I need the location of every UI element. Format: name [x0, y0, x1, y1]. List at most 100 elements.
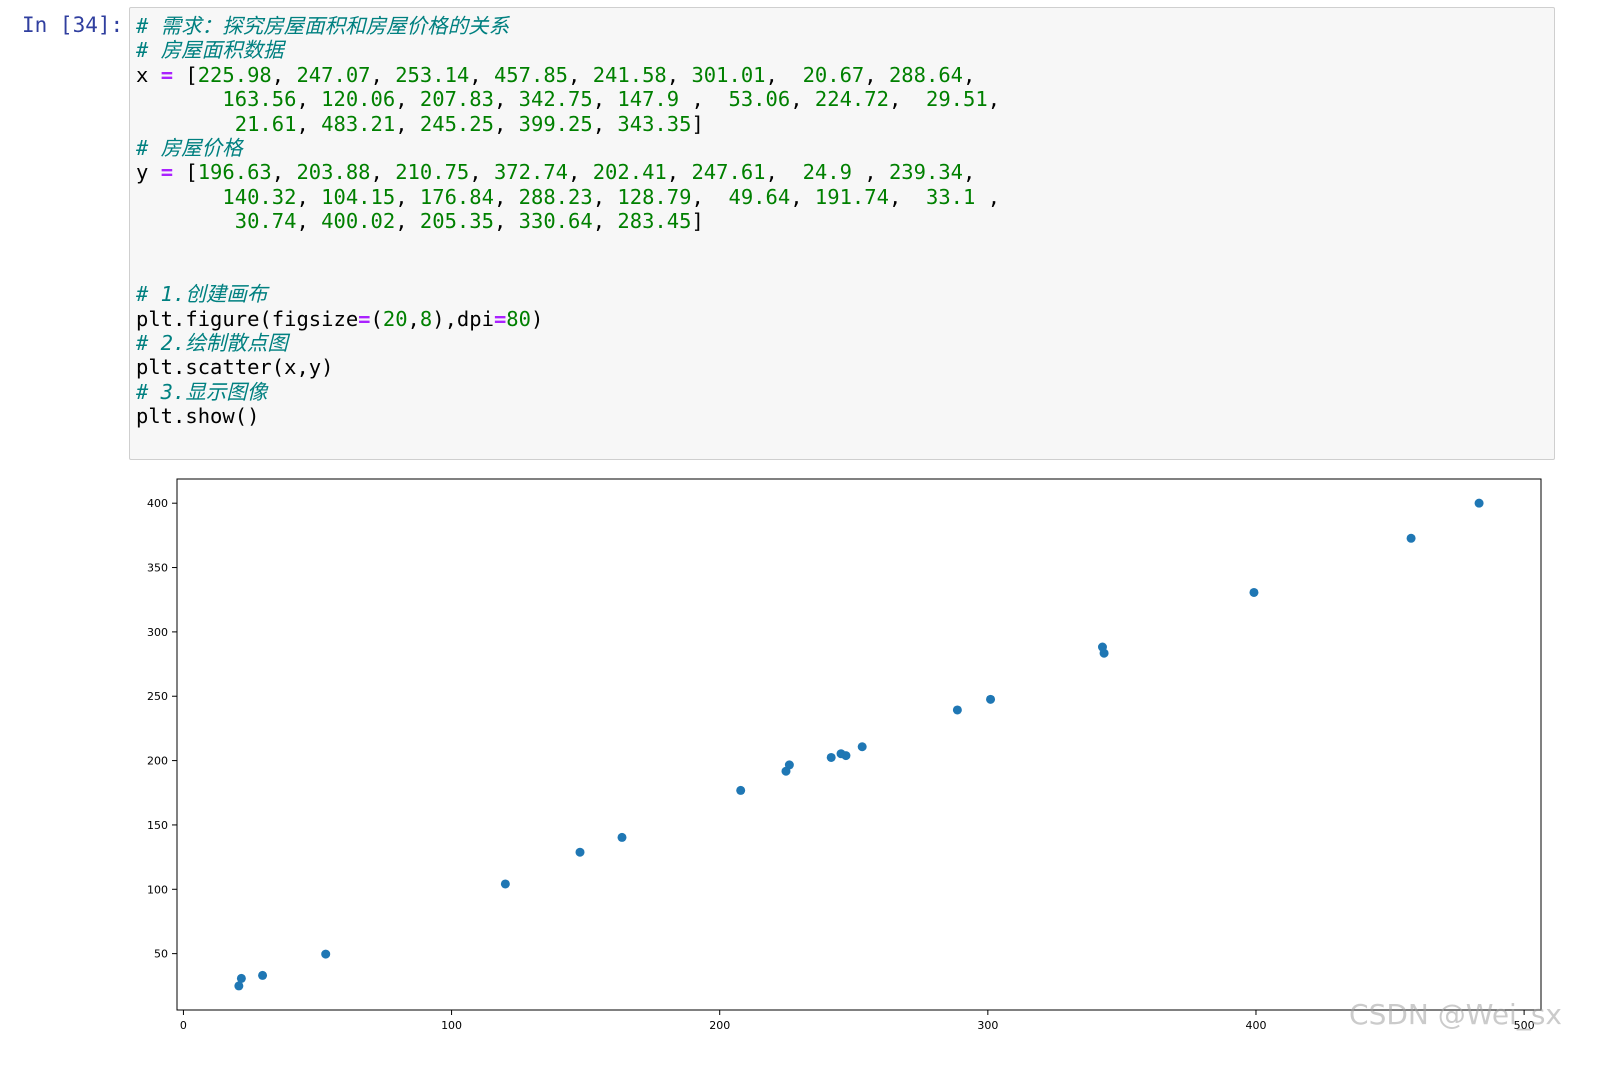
code-number: 224.72: [814, 87, 889, 112]
code-token: ,: [851, 160, 889, 185]
code-number: 330.64: [518, 209, 593, 234]
code-token: ,: [493, 184, 519, 209]
code-number: 147.9: [617, 87, 680, 112]
code-token: ]: [691, 209, 704, 234]
code-token: ,: [395, 184, 420, 209]
code-number: 30.74: [234, 209, 297, 234]
code-token: ,: [370, 62, 396, 87]
code-number: 202.41: [592, 160, 667, 185]
code-token: ,: [407, 306, 420, 331]
code-number: 20: [382, 306, 408, 331]
code-number: 140.32: [222, 184, 297, 209]
code-line: y = [196.63, 203.88, 210.75, 372.74, 202…: [136, 160, 1000, 184]
code-line: 21.61, 483.21, 245.25, 399.25, 343.35]: [136, 112, 1000, 136]
code-number: 24.9: [802, 160, 852, 185]
code-token: ,: [790, 184, 815, 209]
y-tick-label: 300: [147, 626, 168, 639]
code-token: ,: [592, 184, 618, 209]
code-comment: # 房屋面积数据: [136, 38, 284, 63]
code-token: ,: [370, 160, 396, 185]
code-token: ,: [765, 62, 803, 87]
code-number: 247.07: [296, 62, 371, 87]
code-number: 205.35: [419, 209, 494, 234]
scatter-point: [826, 752, 836, 762]
code-token: ,: [888, 87, 926, 112]
x-tick-label: 100: [441, 1019, 462, 1032]
code-number: 241.58: [592, 62, 667, 87]
code-number: 400.02: [321, 209, 396, 234]
code-token: ,: [568, 160, 593, 185]
code-token: ,: [395, 111, 420, 136]
code-token: ): [530, 306, 544, 331]
code-comment: # 房屋价格: [136, 135, 243, 160]
code-line: plt.figure(figsize=(20,8),dpi=80): [136, 307, 1000, 331]
code-token: ,: [592, 209, 618, 234]
code-token: ,: [963, 62, 976, 87]
code-number: 21.61: [234, 111, 297, 136]
code-token: ,: [592, 111, 618, 136]
code-token: ,: [395, 87, 420, 112]
code-token: ,: [864, 62, 889, 87]
code-editor[interactable]: # 需求：探究房屋面积和房屋价格的关系 # 房屋面积数据 x = [225.98, …: [136, 14, 1000, 429]
code-number: 203.88: [296, 160, 371, 185]
x-tick-label: 300: [977, 1019, 998, 1032]
scatter-point: [500, 879, 510, 889]
code-number: 33.1: [926, 184, 976, 209]
code-token: ,: [666, 62, 692, 87]
scatter-point: [857, 742, 867, 752]
code-token: ,: [568, 62, 593, 87]
code-number: 163.56: [222, 87, 297, 112]
scatter-point: [1249, 587, 1259, 597]
code-token: plt.scatter(x,y): [136, 355, 334, 380]
code-token: ,: [963, 160, 976, 185]
code-token: ,: [691, 184, 729, 209]
code-number: 372.74: [493, 160, 569, 185]
code-line: 140.32, 104.15, 176.84, 288.23, 128.79, …: [136, 185, 1000, 209]
code-number: 483.21: [321, 111, 396, 136]
scatter-point: [617, 832, 627, 842]
code-token: ,: [296, 111, 322, 136]
code-operator: =: [358, 306, 371, 331]
scatter-plot: 0 100 200 300 400 50050100150200250300350400: [147, 478, 1542, 1032]
code-number: 239.34: [888, 160, 964, 185]
code-line: # 房屋价格: [136, 136, 1000, 160]
x-tick-label: 200: [709, 1019, 730, 1032]
scatter-point: [236, 973, 246, 983]
code-comment: # 需求：探究房屋面积和房屋价格的关系: [136, 14, 510, 38]
code-token: plt.show(): [136, 404, 260, 429]
code-number: 8: [419, 306, 433, 331]
code-token: ,: [987, 87, 1001, 112]
code-token: [: [173, 160, 198, 185]
code-cell[interactable]: # 需求：探究房屋面积和房屋价格的关系 # 房屋面积数据 x = [225.98, …: [129, 7, 1555, 460]
y-tick-label: 50: [154, 948, 168, 961]
x-tick-label: 400: [1245, 1019, 1266, 1032]
code-token: ,: [271, 160, 297, 185]
input-prompt: In [34]:: [22, 13, 124, 37]
code-number: 120.06: [321, 87, 396, 112]
code-line: 30.74, 400.02, 205.35, 330.64, 283.45]: [136, 209, 1000, 233]
y-tick-label: 150: [147, 819, 168, 832]
code-number: 253.14: [395, 62, 470, 87]
code-token: ,: [469, 160, 494, 185]
code-number: 80: [506, 306, 531, 331]
scatter-point: [575, 847, 585, 857]
code-token: (: [370, 306, 383, 331]
y-tick-label: 250: [147, 690, 168, 703]
scatter-point: [781, 766, 791, 776]
y-tick-label: 200: [147, 755, 168, 768]
code-token: plt.figure(figsize: [136, 306, 359, 331]
code-token: ]: [691, 111, 704, 136]
code-number: 343.35: [617, 111, 692, 136]
code-number: 191.74: [814, 184, 889, 209]
code-line: 163.56, 120.06, 207.83, 342.75, 147.9 , …: [136, 87, 1000, 111]
code-number: 29.51: [926, 87, 988, 112]
code-token: [: [173, 62, 198, 87]
code-token: ,: [493, 209, 519, 234]
code-number: 128.79: [617, 184, 692, 209]
code-operator: =: [160, 62, 174, 87]
scatter-point: [1099, 648, 1109, 658]
